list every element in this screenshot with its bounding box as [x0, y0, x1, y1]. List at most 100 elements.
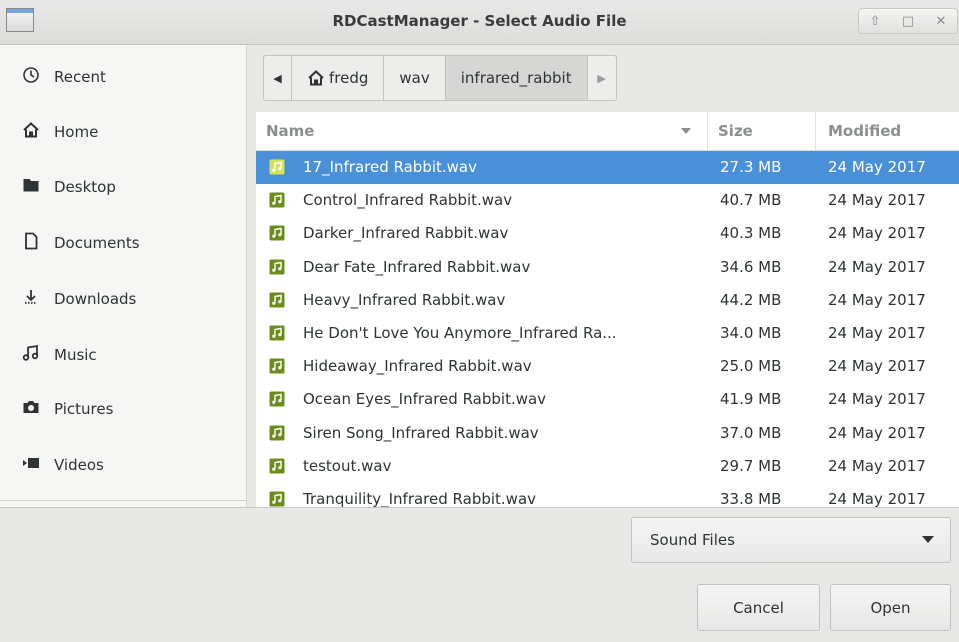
file-name: Tranquility_Infrared Rabbit.wav — [303, 490, 537, 507]
path-left-arrow-button[interactable]: ◀ — [264, 56, 292, 100]
path-right-arrow-button[interactable]: ▶ — [588, 56, 616, 100]
table-row[interactable]: testout.wav 29.7 MB 24 May 2017 — [256, 450, 959, 483]
audio-file-icon — [269, 358, 285, 374]
breadcrumb-label: fredg — [329, 69, 369, 87]
download-icon — [20, 288, 42, 310]
file-size: 29.7 MB — [720, 456, 782, 475]
music-icon — [20, 344, 42, 366]
home-icon — [307, 70, 325, 86]
title-bar: RDCastManager - Select Audio File ⇧ □ ✕ — [0, 0, 959, 45]
sidebar-item-label: Desktop — [54, 178, 116, 196]
sidebar-item-recent[interactable]: Recent — [0, 57, 246, 97]
file-modified: 24 May 2017 — [828, 456, 926, 475]
open-button[interactable]: Open — [830, 584, 951, 631]
file-modified: 24 May 2017 — [828, 191, 926, 210]
audio-file-icon — [269, 458, 285, 474]
sidebar-item-label: Pictures — [54, 400, 114, 418]
file-size: 25.0 MB — [720, 357, 782, 376]
column-header-name[interactable]: Name — [266, 112, 706, 150]
breadcrumb-fredg[interactable]: fredg — [292, 56, 385, 100]
sidebar-item-label: Recent — [54, 68, 106, 86]
file-modified: 24 May 2017 — [828, 490, 926, 507]
table-row[interactable]: Dear Fate_Infrared Rabbit.wav 34.6 MB 24 M… — [256, 251, 959, 284]
camera-icon — [20, 398, 42, 420]
file-type-filter-select[interactable]: Sound Files — [631, 517, 951, 563]
column-header-label: Modified — [828, 122, 902, 140]
close-icon[interactable]: ✕ — [935, 14, 946, 29]
file-list-header: Name Size Modified — [256, 112, 959, 151]
window-controls: ⇧ □ ✕ — [858, 8, 958, 34]
column-header-size[interactable]: Size — [707, 112, 815, 150]
sidebar-item-music[interactable]: Music — [0, 335, 246, 375]
table-row[interactable]: Siren Song_Infrared Rabbit.wav 37.0 MB 24 … — [256, 417, 959, 450]
cancel-button[interactable]: Cancel — [697, 584, 820, 631]
file-size: 33.8 MB — [720, 490, 782, 507]
file-size: 44.2 MB — [720, 290, 782, 309]
file-size: 37.0 MB — [720, 423, 782, 442]
file-size: 34.6 MB — [720, 257, 782, 276]
document-icon — [20, 232, 42, 254]
sidebar-item-home[interactable]: Home — [0, 112, 246, 152]
column-header-label: Name — [266, 122, 315, 140]
breadcrumb-infrared-rabbit[interactable]: infrared_rabbit — [445, 56, 588, 100]
file-size: 41.9 MB — [720, 390, 782, 409]
home-icon — [20, 121, 42, 143]
maximize-icon[interactable]: □ — [902, 14, 914, 29]
file-name: Siren Song_Infrared Rabbit.wav — [303, 423, 539, 442]
file-size: 27.3 MB — [720, 158, 782, 176]
file-name: He Don't Love You Anymore_Infrared Ra... — [303, 324, 617, 342]
table-row[interactable]: Control_Infrared Rabbit.wav 40.7 MB 24 May… — [256, 184, 959, 217]
audio-file-icon — [269, 159, 285, 175]
audio-file-icon — [269, 292, 285, 308]
audio-file-icon — [269, 425, 285, 441]
file-size: 34.0 MB — [720, 324, 782, 342]
sidebar-item-desktop[interactable]: Desktop — [0, 167, 246, 207]
audio-file-icon — [269, 192, 285, 208]
sidebar-item-downloads[interactable]: Downloads — [0, 279, 246, 319]
file-modified: 24 May 2017 — [828, 324, 926, 342]
file-modified: 24 May 2017 — [828, 423, 926, 442]
sidebar-item-label: Downloads — [54, 290, 137, 308]
places-sidebar: Recent Home Desktop Documents Downloads … — [0, 45, 247, 507]
file-size: 40.3 MB — [720, 224, 782, 243]
file-modified: 24 May 2017 — [828, 290, 926, 309]
filter-selected-label: Sound Files — [650, 531, 735, 549]
table-row[interactable]: Ocean Eyes_Infrared Rabbit.wav 41.9 MB 24 … — [256, 383, 959, 416]
file-modified: 24 May 2017 — [828, 257, 926, 276]
sidebar-item-pictures[interactable]: Pictures — [0, 389, 246, 429]
sidebar-divider — [0, 500, 246, 501]
file-name: Ocean Eyes_Infrared Rabbit.wav — [303, 390, 547, 409]
file-name: Control_Infrared Rabbit.wav — [303, 191, 513, 210]
table-row[interactable]: Heavy_Infrared Rabbit.wav 44.2 MB 24 May 2… — [256, 284, 959, 317]
file-name: testout.wav — [303, 456, 392, 475]
audio-file-icon — [269, 391, 285, 407]
table-row[interactable]: He Don't Love You Anymore_Infrared Ra...… — [256, 317, 959, 350]
breadcrumb-wav[interactable]: wav — [384, 56, 446, 100]
file-modified: 24 May 2017 — [828, 158, 926, 176]
chevron-up-icon[interactable]: ⇧ — [870, 14, 881, 29]
table-row[interactable]: Tranquility_Infrared Rabbit.wav 33.8 MB 24… — [256, 483, 959, 507]
table-row[interactable]: Darker_Infrared Rabbit.wav 40.3 MB 24 May … — [256, 217, 959, 250]
file-modified: 24 May 2017 — [828, 224, 926, 243]
audio-file-icon — [269, 325, 285, 341]
audio-file-icon — [269, 225, 285, 241]
sort-descending-icon — [681, 128, 691, 134]
sidebar-item-label: Music — [54, 346, 97, 364]
window-title: RDCastManager - Select Audio File — [332, 12, 627, 30]
file-name: Dear Fate_Infrared Rabbit.wav — [303, 257, 531, 276]
column-header-modified[interactable]: Modified — [815, 112, 959, 150]
sidebar-item-documents[interactable]: Documents — [0, 223, 246, 263]
file-name: Hideaway_Infrared Rabbit.wav — [303, 357, 532, 376]
path-bar: ◀ fredg wav infrared_rabbit ▶ — [263, 55, 617, 101]
table-row[interactable]: Hideaway_Infrared Rabbit.wav 25.0 MB 24 Ma… — [256, 350, 959, 383]
file-modified: 24 May 2017 — [828, 357, 926, 376]
file-modified: 24 May 2017 — [828, 390, 926, 409]
sidebar-item-videos[interactable]: Videos — [0, 445, 246, 485]
file-name: Heavy_Infrared Rabbit.wav — [303, 290, 506, 309]
column-header-label: Size — [718, 122, 753, 140]
desktop-icon — [20, 176, 42, 198]
file-list[interactable]: Name Size Modified 17_Infrared Rabbit.wa… — [256, 112, 959, 507]
chevron-down-icon — [922, 536, 934, 543]
table-row[interactable]: 17_Infrared Rabbit.wav 27.3 MB 24 May 2017 — [256, 151, 959, 184]
clock-icon — [20, 66, 42, 88]
